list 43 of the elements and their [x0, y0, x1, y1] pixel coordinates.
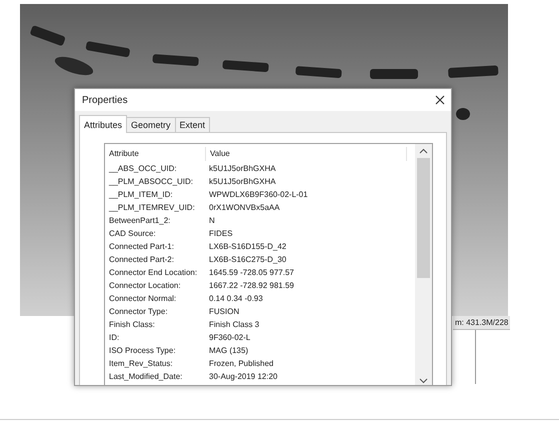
attribute-name: ISO Process Type: — [109, 345, 177, 357]
attribute-name: Connected Part-2: — [109, 254, 175, 266]
attribute-value: 1645.59 -728.05 977.57 — [208, 267, 295, 279]
attribute-value: FUSION — [208, 306, 240, 318]
column-header[interactable]: Value — [206, 147, 407, 161]
attribute-name: Connector Type: — [109, 306, 169, 318]
attribute-value: 1667.22 -728.92 981.59 — [208, 280, 295, 292]
attribute-value: 30-Aug-2019 12:20 — [208, 371, 278, 383]
tab[interactable]: Attributes — [79, 115, 128, 133]
attribute-value: MAG (135) — [208, 345, 250, 357]
attribute-name: Connector End Location: — [109, 267, 198, 279]
attribute-value: Frozen, Published — [208, 358, 274, 370]
attribute-value: LX6B-S16D155-D_42 — [208, 241, 288, 253]
attribute-value: Finish Class 3 — [208, 319, 260, 331]
attribute-name: Finish Class: — [109, 319, 156, 331]
attribute-value: 9F360-02-L — [208, 332, 252, 344]
attribute-value: k5U1J5orBhGXHA — [208, 176, 277, 188]
attribute-name: BetweenPart1_2: — [109, 215, 172, 227]
attribute-name: __PLM_ABSOCC_UID: — [109, 176, 194, 188]
tab[interactable]: Extent — [174, 117, 210, 132]
attribute-name: Connected Part-1: — [109, 241, 175, 253]
dialog-title: Properties — [82, 94, 128, 106]
attribute-value: 0rX1WONVBx5aAA — [208, 202, 281, 214]
attribute-name: CAD Source: — [109, 228, 157, 240]
tab[interactable]: Geometry — [126, 117, 176, 132]
attribute-name: __ABS_OCC_UID: — [109, 163, 178, 175]
attribute-name: Item_Rev_Status: — [109, 358, 174, 370]
attribute-value: WPWDLX6B9F360-02-L-01 — [208, 189, 309, 201]
attribute-value: FIDES — [208, 228, 234, 240]
column-header[interactable]: Attribute — [109, 147, 206, 161]
close-icon[interactable] — [435, 95, 445, 105]
attribute-value: k5U1J5orBhGXHA — [208, 163, 277, 175]
attribute-name: Last_Modified_Date: — [109, 371, 184, 383]
attribute-name: __PLM_ITEMREV_UID: — [109, 202, 196, 214]
attribute-value: N — [208, 215, 216, 227]
scrollbar-thumb[interactable] — [417, 158, 430, 278]
attribute-value: LX6B-S16C275-D_30 — [208, 254, 288, 266]
attribute-name: __PLM_ITEM_ID: — [109, 189, 174, 201]
attribute-name: ID: — [109, 332, 120, 344]
attribute-name: Connector Location: — [109, 280, 182, 292]
attribute-name: Connector Normal: — [109, 293, 178, 305]
memory-status: m: 431.3M/228 — [453, 316, 510, 330]
attribute-value: 0.14 0.34 -0.93 — [208, 293, 264, 305]
